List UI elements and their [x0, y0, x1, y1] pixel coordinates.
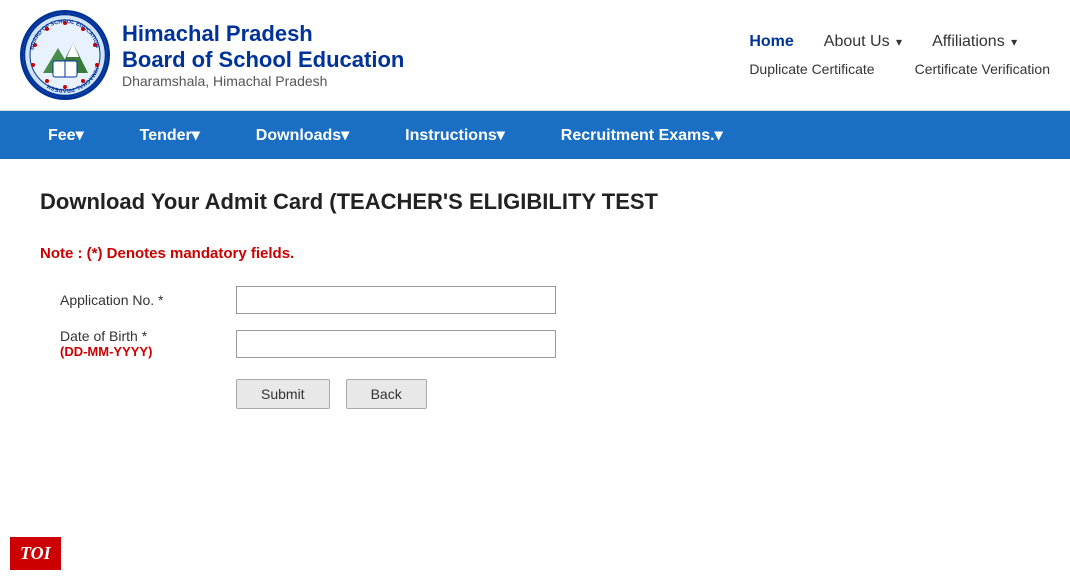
dob-input[interactable] — [236, 330, 556, 358]
nav-affiliations[interactable]: Affiliations ▾ — [932, 33, 1017, 51]
nav-home[interactable]: Home — [749, 33, 793, 51]
top-navigation: Home About Us ▾ Affiliations ▾ Duplicate… — [719, 33, 1050, 77]
top-nav-rows: Home About Us ▾ Affiliations ▾ Duplicate… — [749, 33, 1050, 77]
admit-card-form: Application No. * Date of Birth * (DD-MM… — [60, 286, 1030, 409]
blue-nav-instructions[interactable]: Instructions▾ — [377, 111, 533, 159]
application-no-label: Application No. * — [60, 292, 220, 308]
logo-area: BOARD OF SCHOOL EDUCATION HIMACHAL PRADE… — [20, 10, 404, 100]
org-title-line2: Board of School Education — [122, 47, 404, 73]
application-no-row: Application No. * — [60, 286, 1030, 314]
blue-nav-fee[interactable]: Fee▾ — [20, 111, 112, 159]
blue-nav-tender[interactable]: Tender▾ — [112, 111, 228, 159]
top-nav-row1: Home About Us ▾ Affiliations ▾ — [749, 33, 1017, 51]
nav-cert-verification[interactable]: Certificate Verification — [915, 61, 1050, 77]
blue-nav-downloads[interactable]: Downloads▾ — [228, 111, 377, 159]
main-content: Download Your Admit Card (TEACHER'S ELIG… — [0, 159, 1070, 429]
nav-about-us[interactable]: About Us ▾ — [824, 33, 902, 51]
org-location: Dharamshala, Himachal Pradesh — [122, 73, 404, 89]
dob-row: Date of Birth * (DD-MM-YYYY) — [60, 328, 1030, 359]
org-title-line1: Himachal Pradesh — [122, 21, 404, 47]
dob-label: Date of Birth * (DD-MM-YYYY) — [60, 328, 220, 359]
toi-badge: TOI — [10, 537, 61, 570]
about-us-arrow: ▾ — [896, 35, 902, 49]
site-header: BOARD OF SCHOOL EDUCATION HIMACHAL PRADE… — [0, 0, 1070, 111]
org-logo: BOARD OF SCHOOL EDUCATION HIMACHAL PRADE… — [20, 10, 110, 100]
form-buttons: Submit Back — [236, 379, 1030, 409]
top-nav-row2: Duplicate Certificate Certificate Verifi… — [749, 61, 1050, 77]
back-button[interactable]: Back — [346, 379, 427, 409]
affiliations-arrow: ▾ — [1011, 35, 1017, 49]
mandatory-fields-note: Note : (*) Denotes mandatory fields. — [40, 245, 1030, 262]
org-name: Himachal Pradesh Board of School Educati… — [122, 21, 404, 89]
page-title: Download Your Admit Card (TEACHER'S ELIG… — [40, 189, 1030, 215]
blue-nav-recruitment[interactable]: Recruitment Exams.▾ — [533, 111, 751, 159]
nav-duplicate-cert[interactable]: Duplicate Certificate — [749, 61, 874, 77]
application-no-input[interactable] — [236, 286, 556, 314]
blue-nav-bar: Fee▾ Tender▾ Downloads▾ Instructions▾ Re… — [0, 111, 1070, 159]
submit-button[interactable]: Submit — [236, 379, 330, 409]
dob-format: (DD-MM-YYYY) — [60, 344, 220, 359]
